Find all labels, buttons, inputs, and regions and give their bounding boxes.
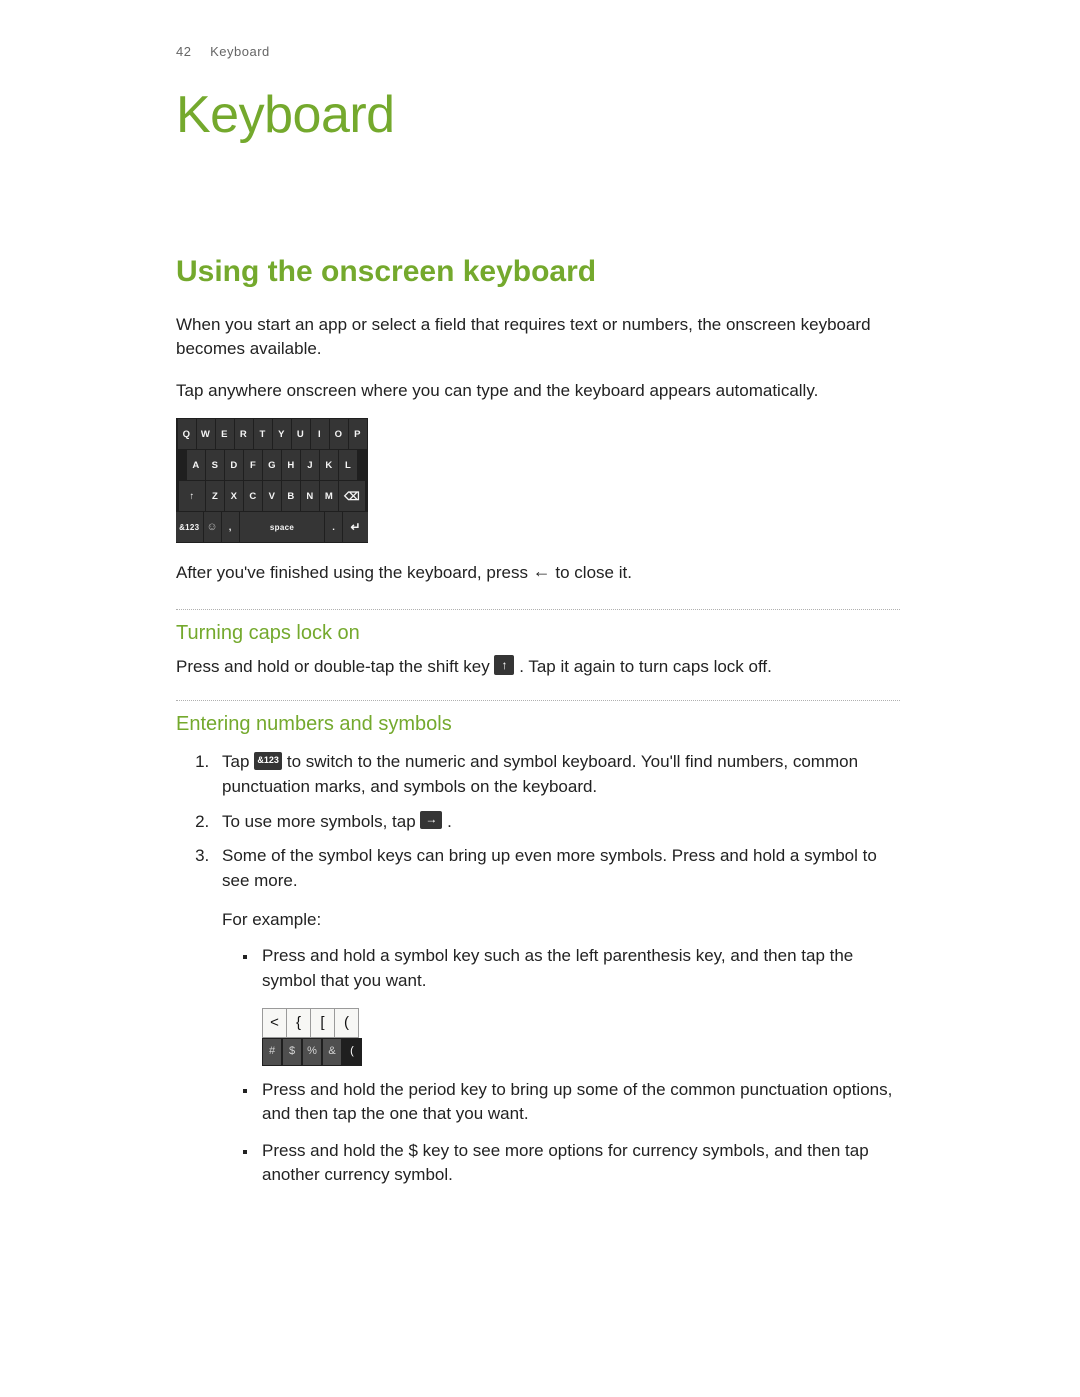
list-item: To use more symbols, tap → . bbox=[214, 810, 900, 835]
num-key-icon: &123 bbox=[254, 752, 282, 770]
list-item: Tap &123 to switch to the numeric and sy… bbox=[214, 750, 900, 799]
list-item: Some of the symbol keys can bring up eve… bbox=[214, 844, 900, 1188]
keyboard-key: U bbox=[292, 419, 310, 449]
keyboard-key: Y bbox=[273, 419, 291, 449]
keyboard-row-1: QWERTYUIOP bbox=[176, 419, 368, 449]
symbol-popup-figure: <{[( #$%&( bbox=[262, 1008, 362, 1066]
keyboard-key: ↑ bbox=[179, 481, 205, 511]
keyboard-key: , bbox=[222, 512, 239, 542]
keyboard-key: X bbox=[225, 481, 243, 511]
symbol-row-key: % bbox=[302, 1038, 322, 1066]
symbol-row-key: & bbox=[322, 1038, 342, 1066]
keyboard-row-4: &123☺,space.↵ bbox=[176, 512, 368, 542]
document-page: 42 Keyboard Keyboard Using the onscreen … bbox=[0, 0, 1080, 1397]
keyboard-key: C bbox=[244, 481, 262, 511]
page-number: 42 bbox=[176, 44, 206, 59]
keyboard-key: . bbox=[325, 512, 342, 542]
keyboard-key: A bbox=[187, 450, 205, 480]
bullet-list: Press and hold a symbol key such as the … bbox=[222, 944, 900, 1188]
keyboard-row-2: ASDFGHJKL bbox=[176, 450, 368, 480]
keyboard-key: T bbox=[254, 419, 272, 449]
keyboard-key: R bbox=[235, 419, 253, 449]
keyboard-key: S bbox=[206, 450, 224, 480]
keyboard-key: ↵ bbox=[343, 512, 368, 542]
keyboard-key: ☺ bbox=[204, 512, 221, 542]
symbol-popup-key: [ bbox=[310, 1008, 335, 1038]
list-item: Press and hold the period key to bring u… bbox=[258, 1078, 900, 1127]
subheading-numbers-symbols: Entering numbers and symbols bbox=[176, 713, 900, 736]
paragraph-caps-lock: Press and hold or double-tap the shift k… bbox=[176, 655, 900, 679]
keyboard-key: E bbox=[216, 419, 234, 449]
keyboard-key: J bbox=[301, 450, 319, 480]
keyboard-key: O bbox=[330, 419, 348, 449]
list-item: Press and hold a symbol key such as the … bbox=[258, 944, 900, 1065]
list-item: Press and hold the $ key to see more opt… bbox=[258, 1139, 900, 1188]
paragraph-intro-1: When you start an app or select a field … bbox=[176, 313, 900, 361]
onscreen-keyboard-figure: QWERTYUIOP ASDFGHJKL ↑ZXCVBNM⌫ &123☺,spa… bbox=[176, 418, 368, 543]
keyboard-key: F bbox=[244, 450, 262, 480]
keyboard-key: P bbox=[349, 419, 367, 449]
more-symbols-arrow-icon: → bbox=[420, 811, 442, 829]
keyboard-key: &123 bbox=[176, 512, 203, 542]
keyboard-key: D bbox=[225, 450, 243, 480]
keyboard-key: G bbox=[263, 450, 281, 480]
section-heading: Using the onscreen keyboard bbox=[176, 255, 900, 289]
divider bbox=[176, 609, 900, 610]
keyboard-key: W bbox=[197, 419, 215, 449]
back-arrow-icon: ← bbox=[533, 559, 551, 584]
keyboard-key: K bbox=[320, 450, 338, 480]
symbol-row-key: ( bbox=[342, 1038, 362, 1066]
symbol-popup-key: ( bbox=[334, 1008, 359, 1038]
keyboard-key: Q bbox=[178, 419, 196, 449]
symbol-popup-key: < bbox=[262, 1008, 287, 1038]
symbol-row-key: $ bbox=[282, 1038, 302, 1066]
keyboard-key: B bbox=[282, 481, 300, 511]
subheading-caps-lock: Turning caps lock on bbox=[176, 622, 900, 645]
keyboard-key: ⌫ bbox=[339, 481, 365, 511]
divider bbox=[176, 700, 900, 701]
keyboard-key: M bbox=[320, 481, 338, 511]
keyboard-key: Z bbox=[206, 481, 224, 511]
example-label: For example: bbox=[222, 908, 900, 933]
header-section-name: Keyboard bbox=[210, 44, 270, 59]
keyboard-key: H bbox=[282, 450, 300, 480]
symbol-popup-row-top: <{[( bbox=[262, 1008, 362, 1038]
symbol-popup-key: { bbox=[286, 1008, 311, 1038]
symbol-row-key: # bbox=[262, 1038, 282, 1066]
numbered-list: Tap &123 to switch to the numeric and sy… bbox=[176, 750, 900, 1188]
keyboard-key: V bbox=[263, 481, 281, 511]
shift-key-icon: ↑ bbox=[494, 655, 514, 675]
keyboard-key: L bbox=[339, 450, 357, 480]
paragraph-intro-2: Tap anywhere onscreen where you can type… bbox=[176, 379, 900, 403]
keyboard-row-3: ↑ZXCVBNM⌫ bbox=[176, 481, 368, 511]
symbol-popup-row-bottom: #$%&( bbox=[262, 1038, 362, 1066]
keyboard-key: N bbox=[301, 481, 319, 511]
page-title: Keyboard bbox=[176, 85, 900, 145]
paragraph-after-keyboard: After you've finished using the keyboard… bbox=[176, 561, 900, 586]
keyboard-key: space bbox=[240, 512, 324, 542]
running-header: 42 Keyboard bbox=[176, 44, 900, 59]
keyboard-key: I bbox=[311, 419, 329, 449]
